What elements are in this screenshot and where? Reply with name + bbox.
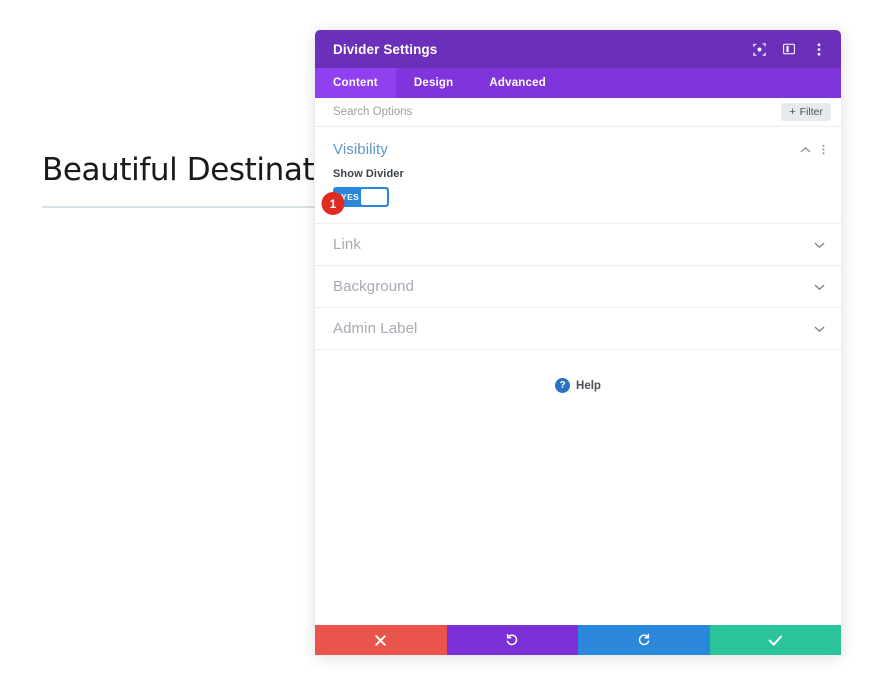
chevron-down-icon[interactable] — [814, 283, 825, 291]
page-divider-line — [42, 206, 332, 208]
cancel-button[interactable] — [315, 625, 447, 655]
more-options-icon[interactable] — [811, 41, 827, 57]
close-icon — [374, 634, 387, 647]
section-background-title: Background — [333, 278, 814, 295]
show-divider-label: Show Divider — [333, 168, 823, 180]
search-row: + Filter — [315, 98, 841, 127]
layout-toggle-icon[interactable] — [781, 41, 797, 57]
section-admin-label-header[interactable]: Admin Label — [315, 308, 841, 349]
expand-icon[interactable] — [751, 41, 767, 57]
help-row[interactable]: ? Help — [315, 350, 841, 393]
page-title: Beautiful Destination — [42, 152, 360, 188]
plus-icon: + — [789, 107, 795, 118]
undo-button[interactable] — [447, 625, 579, 655]
help-label: Help — [576, 380, 601, 392]
help-icon: ? — [555, 378, 570, 393]
section-visibility-controls — [800, 143, 825, 156]
chevron-up-icon[interactable] — [800, 146, 811, 154]
section-link-header[interactable]: Link — [315, 224, 841, 265]
modal-tabs: Content Design Advanced — [315, 68, 841, 98]
modal-body: Visibility — [315, 127, 841, 625]
modal-footer — [315, 625, 841, 655]
chevron-down-icon[interactable] — [814, 325, 825, 333]
divider-settings-modal: Divider Settings — [315, 30, 841, 655]
tab-content[interactable]: Content — [315, 68, 396, 98]
modal-header-icons — [751, 41, 827, 57]
screen: Beautiful Destination Divider Settings — [0, 0, 880, 688]
modal-title: Divider Settings — [333, 42, 751, 57]
section-visibility: Visibility — [315, 127, 841, 224]
section-link: Link — [315, 224, 841, 266]
chevron-down-icon[interactable] — [814, 241, 825, 249]
filter-button[interactable]: + Filter — [781, 103, 831, 121]
check-icon — [768, 634, 783, 647]
filter-button-label: Filter — [800, 106, 823, 118]
section-admin-label-title: Admin Label — [333, 320, 814, 337]
section-more-options-icon[interactable] — [822, 143, 825, 156]
tab-advanced[interactable]: Advanced — [471, 68, 564, 98]
tab-design[interactable]: Design — [396, 68, 472, 98]
undo-icon — [505, 633, 519, 647]
section-visibility-title: Visibility — [333, 141, 800, 158]
section-background: Background — [315, 266, 841, 308]
show-divider-field: Show Divider 1 YES — [315, 166, 841, 223]
modal-header: Divider Settings — [315, 30, 841, 68]
section-background-header[interactable]: Background — [315, 266, 841, 307]
search-input[interactable] — [333, 106, 781, 118]
section-admin-label: Admin Label — [315, 308, 841, 350]
redo-icon — [637, 633, 651, 647]
section-visibility-header[interactable]: Visibility — [315, 127, 841, 166]
toggle-knob — [361, 189, 387, 205]
save-button[interactable] — [710, 625, 842, 655]
step-badge-1: 1 — [322, 192, 345, 215]
redo-button[interactable] — [578, 625, 710, 655]
section-link-title: Link — [333, 236, 814, 253]
